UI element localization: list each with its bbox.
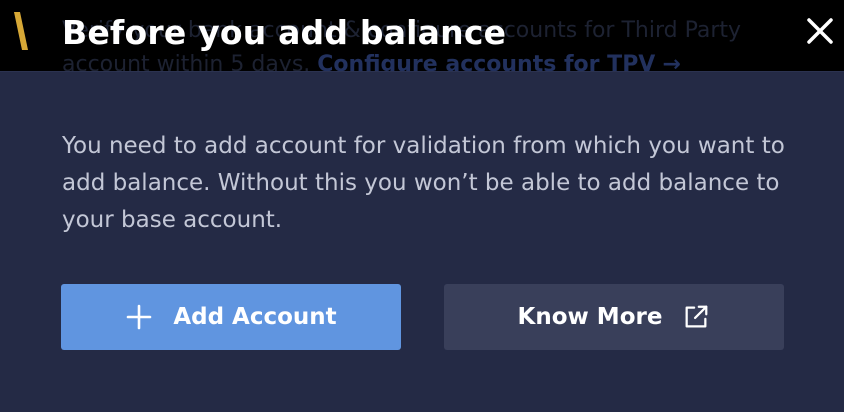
modal-message: You need to add account for validation f… [62, 133, 785, 233]
add-account-label: Add Account [173, 304, 337, 330]
close-button[interactable] [801, 12, 839, 50]
external-link-icon [682, 303, 710, 331]
plus-icon [125, 303, 153, 331]
know-more-button[interactable]: Know More [444, 284, 784, 350]
add-account-button[interactable]: Add Account [61, 284, 401, 350]
modal-dialog: You need to add account for validation f… [0, 71, 844, 412]
know-more-label: Know More [517, 304, 663, 330]
screen: Verify your bank account & configure acc… [0, 0, 844, 412]
brand-logo-icon [14, 12, 28, 50]
modal-title: Before you add balance [62, 13, 507, 52]
close-icon [807, 18, 833, 44]
